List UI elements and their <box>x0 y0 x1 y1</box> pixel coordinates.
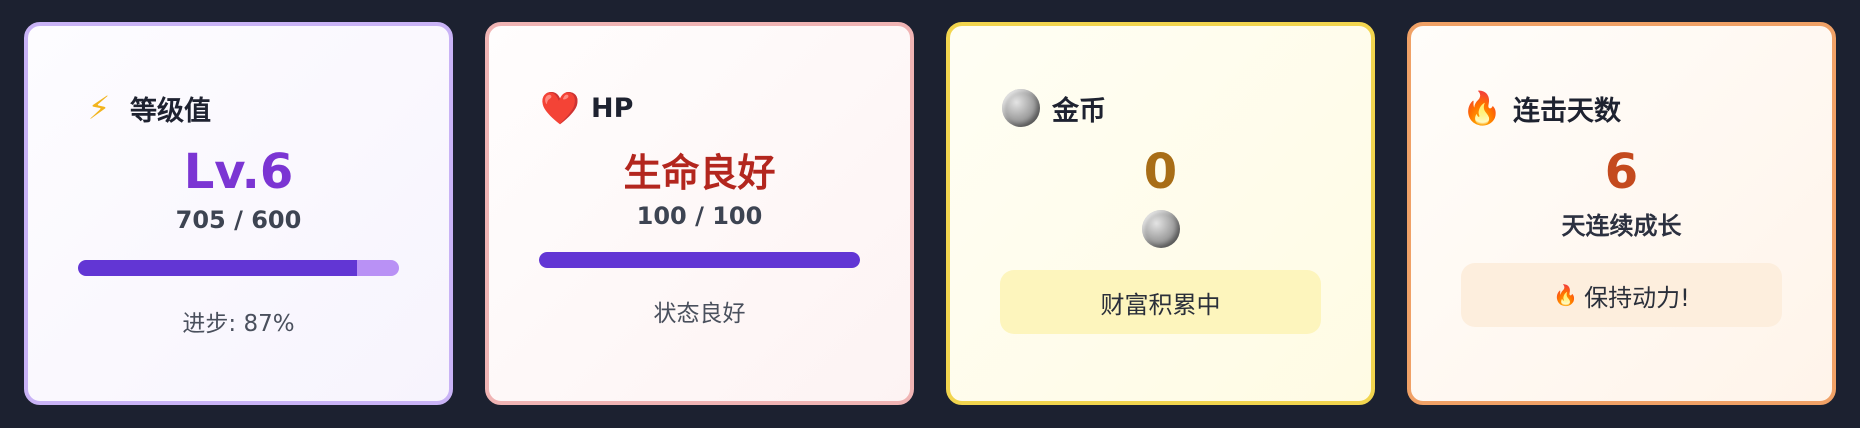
streak-subtitle: 天连续成长 <box>1561 212 1682 240</box>
hp-progress-bar <box>539 252 860 268</box>
streak-card-title: 连击天数 <box>1513 95 1621 127</box>
level-value: Lv.6 <box>183 144 294 200</box>
coins-icon-wrap <box>1000 210 1321 248</box>
streak-card: 🔥 连击天数 6 天连续成长 🔥 保持动力! <box>1407 22 1836 405</box>
coins-card: 金币 0 财富积累中 <box>946 22 1375 405</box>
streak-card-header: 🔥 连击天数 <box>1461 86 1782 130</box>
fire-icon: 🔥 <box>1553 283 1579 307</box>
coins-value: 0 <box>1143 144 1178 200</box>
lightning-icon: ⚡ <box>87 89 111 127</box>
coins-status-pill: 财富积累中 <box>1000 270 1321 334</box>
coins-status-text: 财富积累中 <box>1100 290 1221 319</box>
hp-count: 100 / 100 <box>636 202 763 230</box>
level-progress-fill <box>78 260 358 276</box>
fire-icon: 🔥 <box>1462 89 1502 127</box>
hp-card-header: ❤️ HP <box>539 86 860 130</box>
coins-card-title: 金币 <box>1052 95 1106 127</box>
hp-progress-fill <box>539 252 860 268</box>
level-card-header: ⚡ 等级值 <box>78 86 399 130</box>
hp-status-text: 状态良好 <box>653 301 746 327</box>
streak-value: 6 <box>1604 144 1639 200</box>
heart-icon: ❤️ <box>540 89 580 127</box>
streak-motivation-text: 保持动力! <box>1584 283 1690 312</box>
hp-status-value: 生命良好 <box>623 151 776 195</box>
moon-coin-icon <box>1000 88 1042 128</box>
hp-card: ❤️ HP 生命良好 100 / 100 状态良好 <box>485 22 914 405</box>
level-xp-count: 705 / 600 <box>175 206 302 234</box>
coin-icon <box>1141 210 1180 248</box>
coins-card-header: 金币 <box>1000 86 1321 130</box>
stats-row: ⚡ 等级值 Lv.6 705 / 600 进步: 87% ❤️ HP 生命良好 … <box>24 22 1836 405</box>
level-card: ⚡ 等级值 Lv.6 705 / 600 进步: 87% <box>24 22 453 405</box>
streak-motivation-pill: 🔥 保持动力! <box>1461 263 1782 327</box>
level-card-title: 等级值 <box>130 95 211 127</box>
level-progress-text: 进步: 87% <box>182 311 295 337</box>
hp-card-title: HP <box>591 92 634 124</box>
level-progress-bar <box>78 260 399 276</box>
